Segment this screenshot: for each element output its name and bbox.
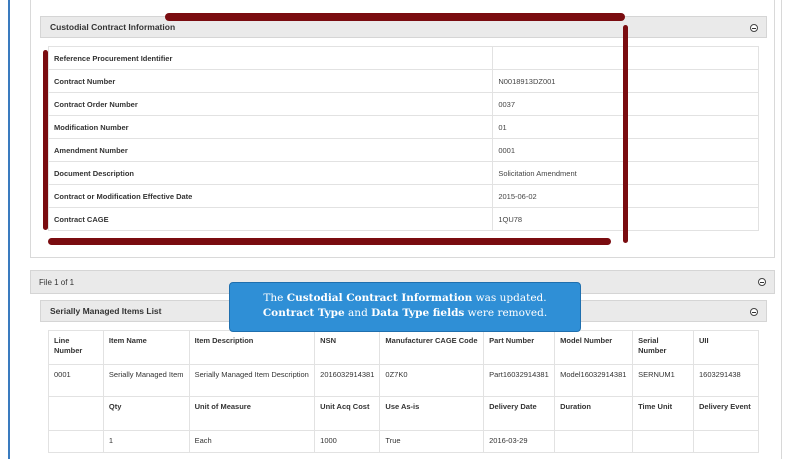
page-right-border	[781, 0, 782, 459]
cell: 2016-03-29	[483, 430, 556, 453]
cell: Serially Managed Item	[102, 364, 190, 397]
callout-bold-text: Data Type fields	[371, 307, 465, 319]
column-header: Part Number	[483, 330, 556, 365]
serial-items-title: Serially Managed Items List	[50, 306, 162, 316]
column-header: Delivery Date	[483, 396, 556, 431]
row-label: Amendment Number	[47, 138, 494, 162]
row-label: Contract or Modification Effective Date	[47, 184, 494, 208]
column-header: Qty	[102, 396, 190, 431]
cell: 1603291438	[693, 364, 759, 397]
custodial-contract-table: Reference Procurement Identifier Contrac…	[47, 46, 759, 231]
table-row: 1 Each 1000 True 2016-03-29	[48, 430, 759, 453]
row-label: Reference Procurement Identifier	[47, 46, 494, 70]
table-header-row: Line Number Item Name Item Description N…	[48, 330, 759, 365]
row-label: Document Description	[47, 161, 494, 185]
cell: Model16032914381	[554, 364, 634, 397]
table-row: Modification Number 01	[47, 115, 759, 139]
cell	[554, 430, 634, 453]
table-row: Contract Number N0018913DZ001	[47, 69, 759, 93]
column-header: Manufacturer CAGE Code	[379, 330, 485, 365]
collapse-icon[interactable]	[750, 308, 758, 316]
callout-text: were removed.	[464, 307, 548, 319]
page-left-border	[8, 0, 10, 459]
column-header: Unit of Measure	[188, 396, 316, 431]
cell: 1000	[314, 430, 381, 453]
callout-line-2: Contract Type and Data Type fields were …	[238, 306, 572, 321]
cell: True	[379, 430, 485, 453]
table-row: Contract or Modification Effective Date 2…	[47, 184, 759, 208]
cell: Serially Managed Item Description	[188, 364, 316, 397]
column-header: Item Description	[188, 330, 316, 365]
column-header: Item Name	[102, 330, 190, 365]
column-header: UII	[693, 330, 759, 365]
column-header: NSN	[314, 330, 381, 365]
table-row: Amendment Number 0001	[47, 138, 759, 162]
annotation-stroke-left	[43, 50, 48, 230]
column-header: Use As-is	[379, 396, 485, 431]
file-counter: File 1 of 1	[39, 277, 75, 287]
tutorial-callout: The Custodial Contract Information was u…	[229, 282, 581, 332]
callout-text: was updated.	[472, 292, 547, 304]
cell: 2016032914381	[314, 364, 381, 397]
cell: SERNUM1	[632, 364, 694, 397]
cell	[693, 430, 759, 453]
annotation-stroke-right	[623, 25, 628, 243]
cell: Each	[188, 430, 316, 453]
cell: 0001	[48, 364, 104, 397]
annotation-stroke-bottom	[48, 238, 611, 245]
column-header: Duration	[554, 396, 634, 431]
table-row: 0001 Serially Managed Item Serially Mana…	[48, 364, 759, 397]
callout-text: The	[263, 292, 287, 304]
table-row: Reference Procurement Identifier	[47, 46, 759, 70]
serial-items-table: Line Number Item Name Item Description N…	[48, 330, 759, 453]
table-row: Document Description Solicitation Amendme…	[47, 161, 759, 185]
custodial-contract-title: Custodial Contract Information	[50, 22, 176, 32]
column-header: Model Number	[554, 330, 634, 365]
row-label: Contract Number	[47, 69, 494, 93]
row-label: Contract Order Number	[47, 92, 494, 116]
table-header-row: Qty Unit of Measure Unit Acq Cost Use As…	[48, 396, 759, 431]
cell: 1	[102, 430, 190, 453]
column-header: Unit Acq Cost	[314, 396, 381, 431]
column-header: Delivery Event	[693, 396, 759, 431]
column-header	[48, 396, 104, 431]
callout-text: and	[344, 307, 372, 319]
table-row: Contract Order Number 0037	[47, 92, 759, 116]
annotation-stroke-top	[165, 13, 625, 21]
column-header: Line Number	[48, 330, 104, 365]
cell: 0Z7K0	[379, 364, 485, 397]
callout-bold-text: Contract Type	[262, 307, 345, 319]
row-label: Modification Number	[47, 115, 494, 139]
collapse-icon[interactable]	[750, 24, 758, 32]
cell	[632, 430, 694, 453]
collapse-icon[interactable]	[758, 278, 766, 286]
cell	[48, 430, 104, 453]
cell: Part16032914381	[483, 364, 556, 397]
row-label: Contract CAGE	[47, 207, 494, 231]
callout-bold-text: Custodial Contract Information	[286, 292, 473, 304]
column-header: Serial Number	[632, 330, 694, 365]
column-header: Time Unit	[632, 396, 694, 431]
callout-line-1: The Custodial Contract Information was u…	[238, 291, 572, 306]
table-row: Contract CAGE 1QU78	[47, 207, 759, 231]
